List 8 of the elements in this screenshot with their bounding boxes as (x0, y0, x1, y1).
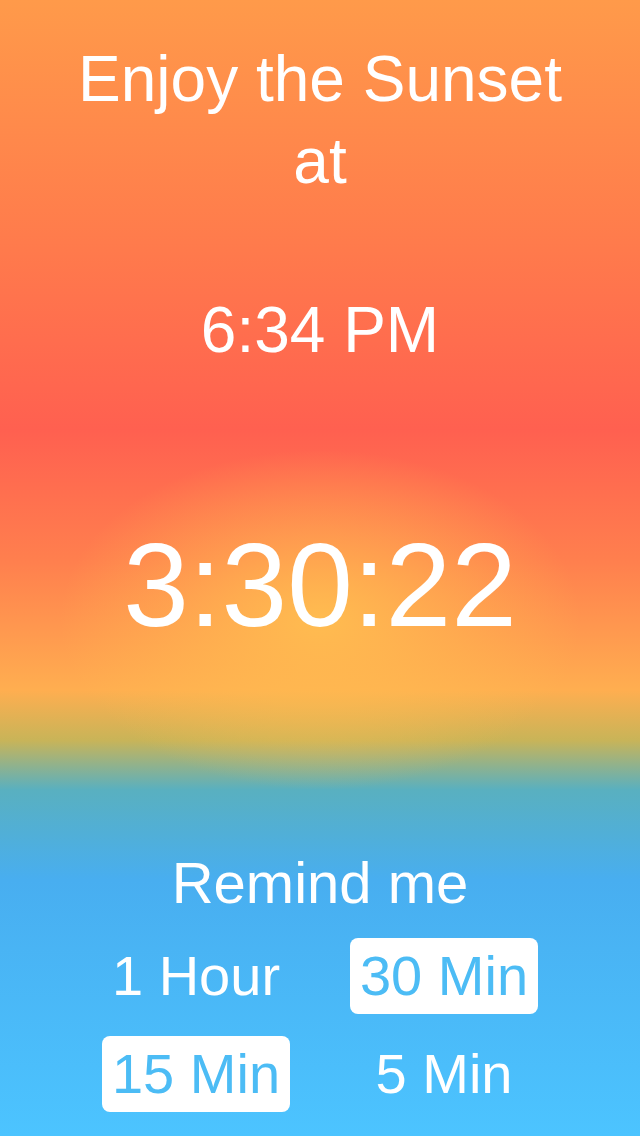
reminder-option[interactable]: 1 Hour (101, 938, 291, 1014)
reminder-option[interactable]: 15 Min (101, 1036, 291, 1112)
countdown-timer: 3:30:22 (123, 520, 517, 650)
sunset-time: 6:34 PM (200, 293, 440, 368)
reminder-option[interactable]: 5 Min (365, 1036, 523, 1112)
reminder-option[interactable]: 30 Min (349, 938, 539, 1014)
headline: Enjoy the Sunset at (77, 42, 563, 199)
remind-label: Remind me (171, 849, 469, 917)
